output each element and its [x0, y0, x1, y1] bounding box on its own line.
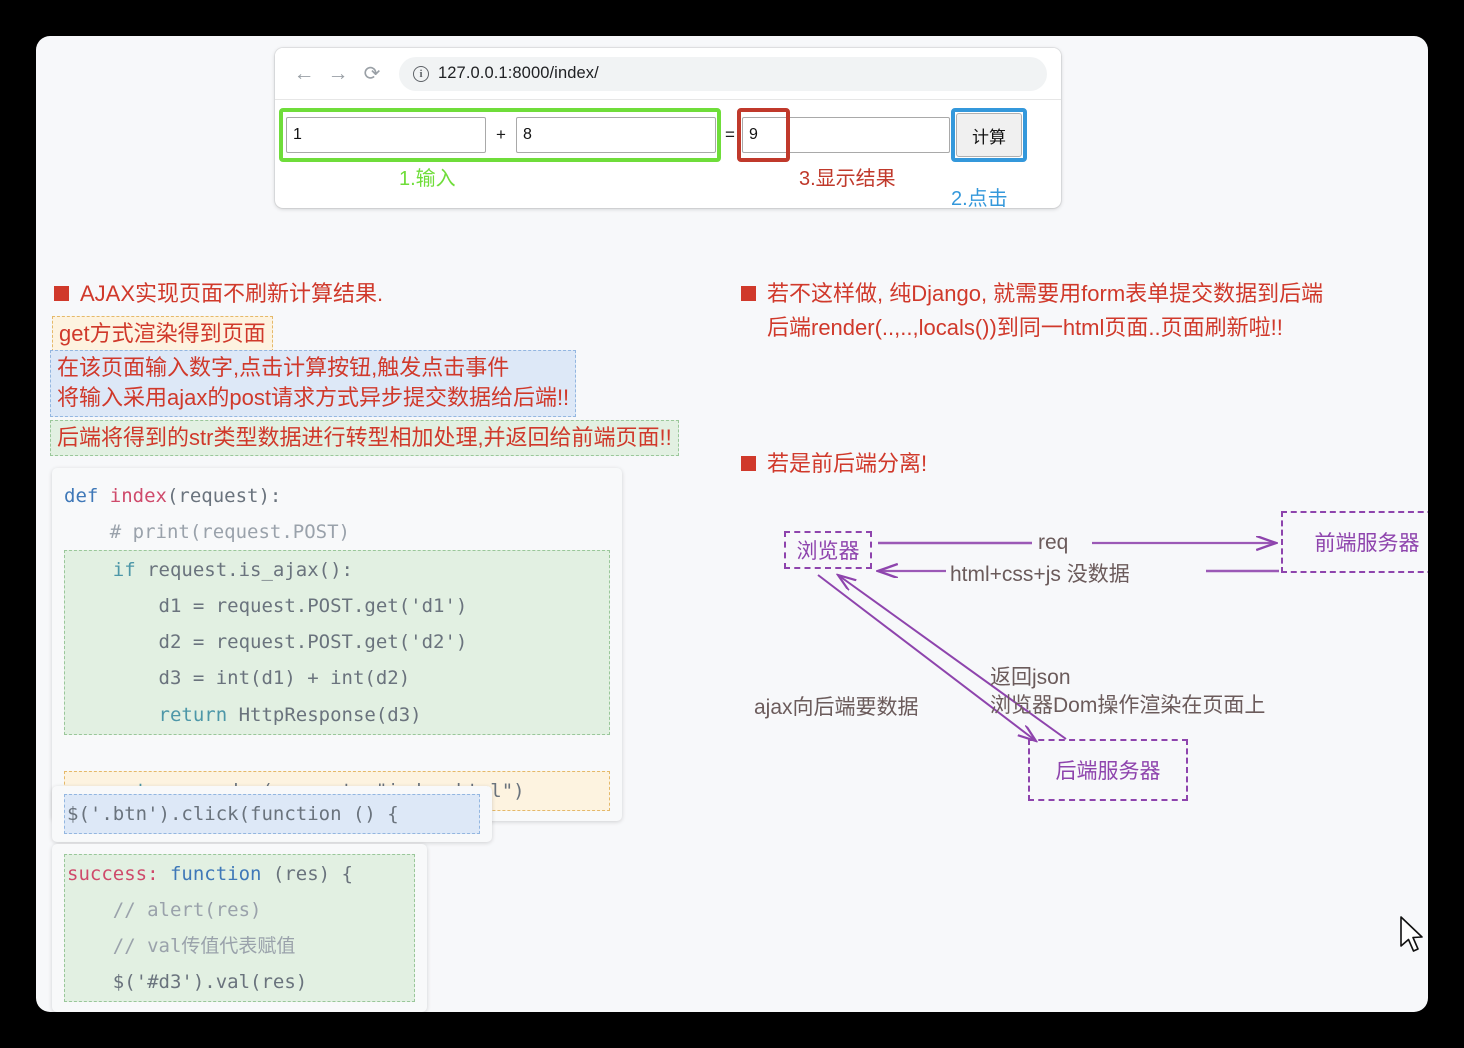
page-canvas: ← → ⟳ i 127.0.0.1:8000/index/ 1 + 8 = 9 … [36, 36, 1428, 1012]
note-ajax-post-line1: 在该页面输入数字,点击计算按钮,触发点击事件 [57, 355, 509, 380]
architecture-diagram: 浏览器 前端服务器 后端服务器 req html+css+js 没数据 返回js… [736, 491, 1426, 821]
browser-window-screenshot: ← → ⟳ i 127.0.0.1:8000/index/ 1 + 8 = 9 … [275, 48, 1061, 208]
address-bar[interactable]: i 127.0.0.1:8000/index/ [399, 57, 1047, 91]
diagram-node-frontend-server: 前端服务器 [1281, 511, 1428, 573]
heading-django: 若不这样做, 纯Django, 就需要用form表单提交数据到后端 [741, 276, 1323, 308]
note-ajax-post-line2: 将输入采用ajax的post请求方式异步提交数据给后端!! [57, 385, 569, 410]
py-kw-return-1: return [159, 704, 228, 726]
js-set-d3: $('#d3').val(res) [67, 971, 307, 993]
note-get-render: get方式渲染得到页面 [52, 316, 273, 352]
heading-ajax-text: AJAX实现页面不刷新计算结果. [80, 276, 383, 308]
js-success-body: success: function (res) { // alert(res) … [64, 854, 415, 1002]
py-if-cond: request.is_ajax(): [136, 559, 353, 581]
py-comment-print: # print(request.POST) [64, 521, 350, 543]
py-line-d3: d3 = int(d1) + int(d2) [113, 667, 410, 689]
js-kw-function: function [159, 863, 262, 885]
note-backend-cast: 后端将得到的str类型数据进行转型相加处理,并返回给前端页面!! [50, 420, 679, 456]
js-comment-val: // val传值代表赋值 [67, 935, 295, 957]
operand-2-input[interactable]: 8 [516, 117, 716, 153]
note-ajax-post: 在该页面输入数字,点击计算按钮,触发点击事件将输入采用ajax的post请求方式… [50, 350, 576, 417]
rendered-page-content: 1 + 8 = 9 计算 1.输入 3.显示结果 2.点击 [275, 100, 1061, 208]
js-key-success: success: [67, 863, 159, 885]
py-line-d2: d2 = request.POST.get('d2') [113, 631, 468, 653]
heading-separation: 若是前后端分离! [741, 446, 927, 478]
diagram-label-html-css-js: html+css+js 没数据 [950, 558, 1130, 588]
py-kw-def: def [64, 485, 98, 507]
py-httpresponse: HttpResponse(d3) [227, 704, 421, 726]
equals-sign: = [725, 117, 735, 153]
py-ajax-branch: if request.is_ajax(): d1 = request.POST.… [64, 550, 610, 734]
annotation-label-step1: 1.输入 [399, 162, 456, 191]
reload-icon[interactable]: ⟳ [355, 57, 389, 91]
js-fn-args: (res) { [261, 863, 353, 885]
diagram-label-dom-render: 浏览器Dom操作渲染在页面上 [990, 689, 1265, 719]
py-def-args: (request): [167, 485, 281, 507]
py-line-d1: d1 = request.POST.get('d1') [113, 595, 468, 617]
heading-separation-text: 若是前后端分离! [767, 446, 927, 478]
diagram-node-browser: 浏览器 [784, 531, 872, 569]
js-success-callback-block: success: function (res) { // alert(res) … [52, 844, 427, 1012]
py-fn-index: index [98, 485, 167, 507]
bullet-square-icon [54, 286, 69, 301]
annotation-label-step3: 3.显示结果 [799, 162, 896, 191]
plus-sign: + [496, 117, 506, 153]
operand-1-input[interactable]: 1 [286, 117, 486, 153]
info-icon[interactable]: i [413, 66, 429, 82]
js-comment-alert: // alert(res) [67, 899, 261, 921]
bullet-square-icon [741, 456, 756, 471]
url-text: 127.0.0.1:8000/index/ [438, 64, 599, 83]
heading-django-line2: 后端render(..,..,locals())到同一html页面..页面刷新啦… [767, 310, 1283, 342]
browser-toolbar: ← → ⟳ i 127.0.0.1:8000/index/ [275, 48, 1061, 100]
js-click-line: $('.btn').click(function () { [64, 794, 480, 834]
diagram-label-return-json: 返回json [990, 661, 1071, 691]
arrow-left-icon[interactable]: ← [287, 57, 321, 91]
js-click-handler-block: $('.btn').click(function () { [52, 786, 492, 842]
annotation-label-step2: 2.点击 [951, 182, 1008, 208]
heading-ajax: AJAX实现页面不刷新计算结果. [54, 276, 383, 308]
arrow-right-icon[interactable]: → [321, 57, 355, 91]
diagram-label-req: req [1038, 531, 1068, 555]
python-code-block: def index(request): # print(request.POST… [52, 468, 622, 821]
result-input[interactable]: 9 [742, 117, 950, 153]
calculate-button[interactable]: 计算 [956, 113, 1022, 157]
py-kw-if: if [113, 559, 136, 581]
diagram-node-backend-server: 后端服务器 [1028, 739, 1188, 801]
bullet-square-icon [741, 286, 756, 301]
heading-django-text: 若不这样做, 纯Django, 就需要用form表单提交数据到后端 [767, 276, 1323, 308]
diagram-label-ajax-request: ajax向后端要数据 [754, 691, 919, 721]
